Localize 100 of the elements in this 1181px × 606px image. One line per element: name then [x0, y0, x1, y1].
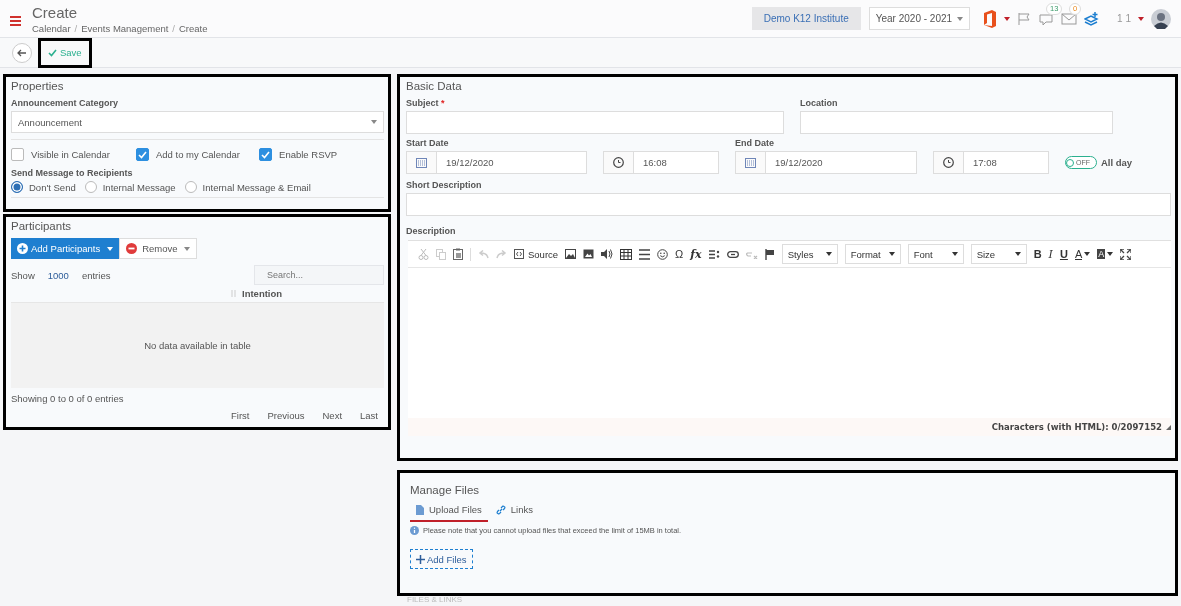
check-icon	[48, 48, 57, 57]
smiley-icon[interactable]	[657, 248, 669, 260]
back-button[interactable]	[12, 42, 32, 63]
breadcrumb-separator: /	[74, 22, 78, 34]
add-participants-button[interactable]: Add Participants	[11, 238, 120, 259]
add-files-button[interactable]: Add Files	[410, 549, 473, 569]
layers-icon[interactable]	[1084, 11, 1101, 26]
category-dropdown[interactable]: Announcement	[11, 111, 384, 133]
caret-icon[interactable]	[1138, 16, 1144, 21]
file-icon	[416, 504, 424, 515]
list-icon[interactable]	[708, 249, 720, 259]
bold-button[interactable]: B	[1033, 248, 1042, 260]
time-field[interactable]: 17:08	[933, 151, 1049, 174]
field-label: Description	[406, 226, 457, 236]
editor-dropdown[interactable]: Size	[970, 244, 1027, 264]
flag-icon[interactable]	[764, 248, 775, 260]
pagination-link[interactable]: First	[231, 410, 250, 421]
panel-title: Basic Data	[406, 80, 463, 92]
mail-icon[interactable]	[1061, 12, 1078, 25]
show-label: Show	[11, 269, 35, 281]
horizontal-line-icon[interactable]	[639, 248, 651, 260]
pagination-link[interactable]: Next	[322, 410, 343, 421]
calendar-icon	[745, 157, 756, 168]
special-character-button[interactable]: Ω	[675, 248, 684, 260]
editor-dropdown[interactable]: Styles	[781, 244, 838, 264]
subject-field[interactable]	[406, 111, 784, 134]
tab[interactable]: Links	[489, 504, 539, 522]
office-icon[interactable]	[983, 9, 998, 28]
remove-button[interactable]: Remove	[119, 238, 197, 259]
caret-icon[interactable]	[1004, 16, 1011, 21]
panel-title: Properties	[11, 80, 65, 92]
back-arrow-icon	[17, 48, 27, 57]
field-label: Send Message to Recipients	[11, 168, 134, 178]
paste-icon[interactable]	[453, 248, 463, 260]
radio-label: Don't Send	[29, 181, 76, 193]
date-field[interactable]: 19/12/2020	[735, 151, 917, 174]
time-field[interactable]: 16:08	[603, 151, 719, 174]
clock-icon	[943, 157, 954, 168]
radio-label: Internal Message & Email	[202, 181, 311, 193]
checkbox[interactable]	[11, 148, 24, 161]
panel-title: Participants	[11, 220, 73, 232]
pagination-link[interactable]: Previous	[267, 410, 305, 421]
field-label: Announcement Category	[11, 98, 119, 108]
source-button[interactable]: Source	[514, 248, 559, 260]
radio-button[interactable]	[11, 181, 23, 193]
checkbox-label: Enable RSVP	[279, 149, 338, 160]
radio-button[interactable]	[84, 181, 97, 193]
radio-button[interactable]	[184, 181, 197, 193]
editor-dropdown[interactable]: Font	[907, 244, 964, 264]
page-size-dropdown[interactable]: 1000	[47, 269, 69, 281]
maximize-icon[interactable]	[1120, 248, 1132, 260]
page-title: Create	[32, 3, 79, 22]
tab[interactable]: Upload Files	[410, 504, 488, 522]
field-label: Subject *	[406, 98, 446, 108]
field-label: Start Date	[406, 138, 450, 148]
clock-icon	[613, 157, 624, 168]
plus-circle-icon	[17, 243, 28, 254]
year-dropdown[interactable]: Year 2020 - 2021	[868, 7, 971, 30]
table-info: Showing 0 to 0 of 0 entries	[11, 392, 125, 404]
breadcrumb-separator: /	[172, 22, 175, 34]
avatar-icon[interactable]	[1151, 8, 1171, 29]
checkbox-label: Visible in Calendar	[31, 149, 111, 160]
calendar-icon	[416, 157, 427, 168]
editor-dropdown[interactable]: Format	[844, 244, 901, 264]
checkbox-label: Add to my Calendar	[155, 149, 240, 160]
image-icon[interactable]	[565, 249, 577, 259]
underline-button[interactable]: U	[1059, 248, 1068, 260]
toggle-label: All day	[1101, 157, 1133, 168]
column-header[interactable]: Intention	[242, 288, 283, 299]
minus-circle-icon	[126, 243, 138, 254]
institute-button[interactable]: Demo K12 Institute	[751, 7, 861, 30]
field-label: Short Description	[406, 180, 483, 190]
entries-label: entries	[81, 269, 111, 281]
formula-button[interactable]: fx	[690, 247, 702, 261]
source-code-icon	[514, 249, 524, 259]
chat-icon[interactable]	[1038, 11, 1055, 26]
location-field[interactable]	[800, 111, 1113, 134]
breadcrumb-link[interactable]: Events Management	[81, 22, 169, 34]
checkbox[interactable]	[135, 148, 149, 161]
breadcrumb-link[interactable]: Calendar	[32, 22, 71, 34]
field-label: Location	[800, 98, 839, 108]
radio-label: Internal Message	[102, 181, 176, 193]
short-description-field[interactable]	[406, 193, 1171, 216]
plus-icon	[416, 554, 425, 564]
date-field[interactable]: 19/12/2020	[406, 151, 587, 174]
pagination-link[interactable]: Last	[360, 410, 378, 421]
character-counter: Characters (with HTML): 0/2097152	[991, 422, 1162, 432]
link-icon	[495, 504, 506, 515]
search-field[interactable]: Search...	[254, 265, 384, 285]
menu-icon[interactable]	[10, 15, 21, 26]
link-icon[interactable]	[726, 250, 739, 258]
text-color-button[interactable]: A	[1074, 248, 1091, 260]
table-icon[interactable]	[620, 248, 633, 260]
italic-button[interactable]: I	[1048, 247, 1053, 261]
field-label: End Date	[735, 138, 775, 148]
checkbox[interactable]	[259, 148, 273, 161]
image-icon[interactable]	[583, 249, 595, 259]
resize-handle-icon[interactable]	[1166, 424, 1171, 430]
speaker-icon[interactable]	[601, 249, 614, 259]
info-icon	[410, 526, 419, 535]
